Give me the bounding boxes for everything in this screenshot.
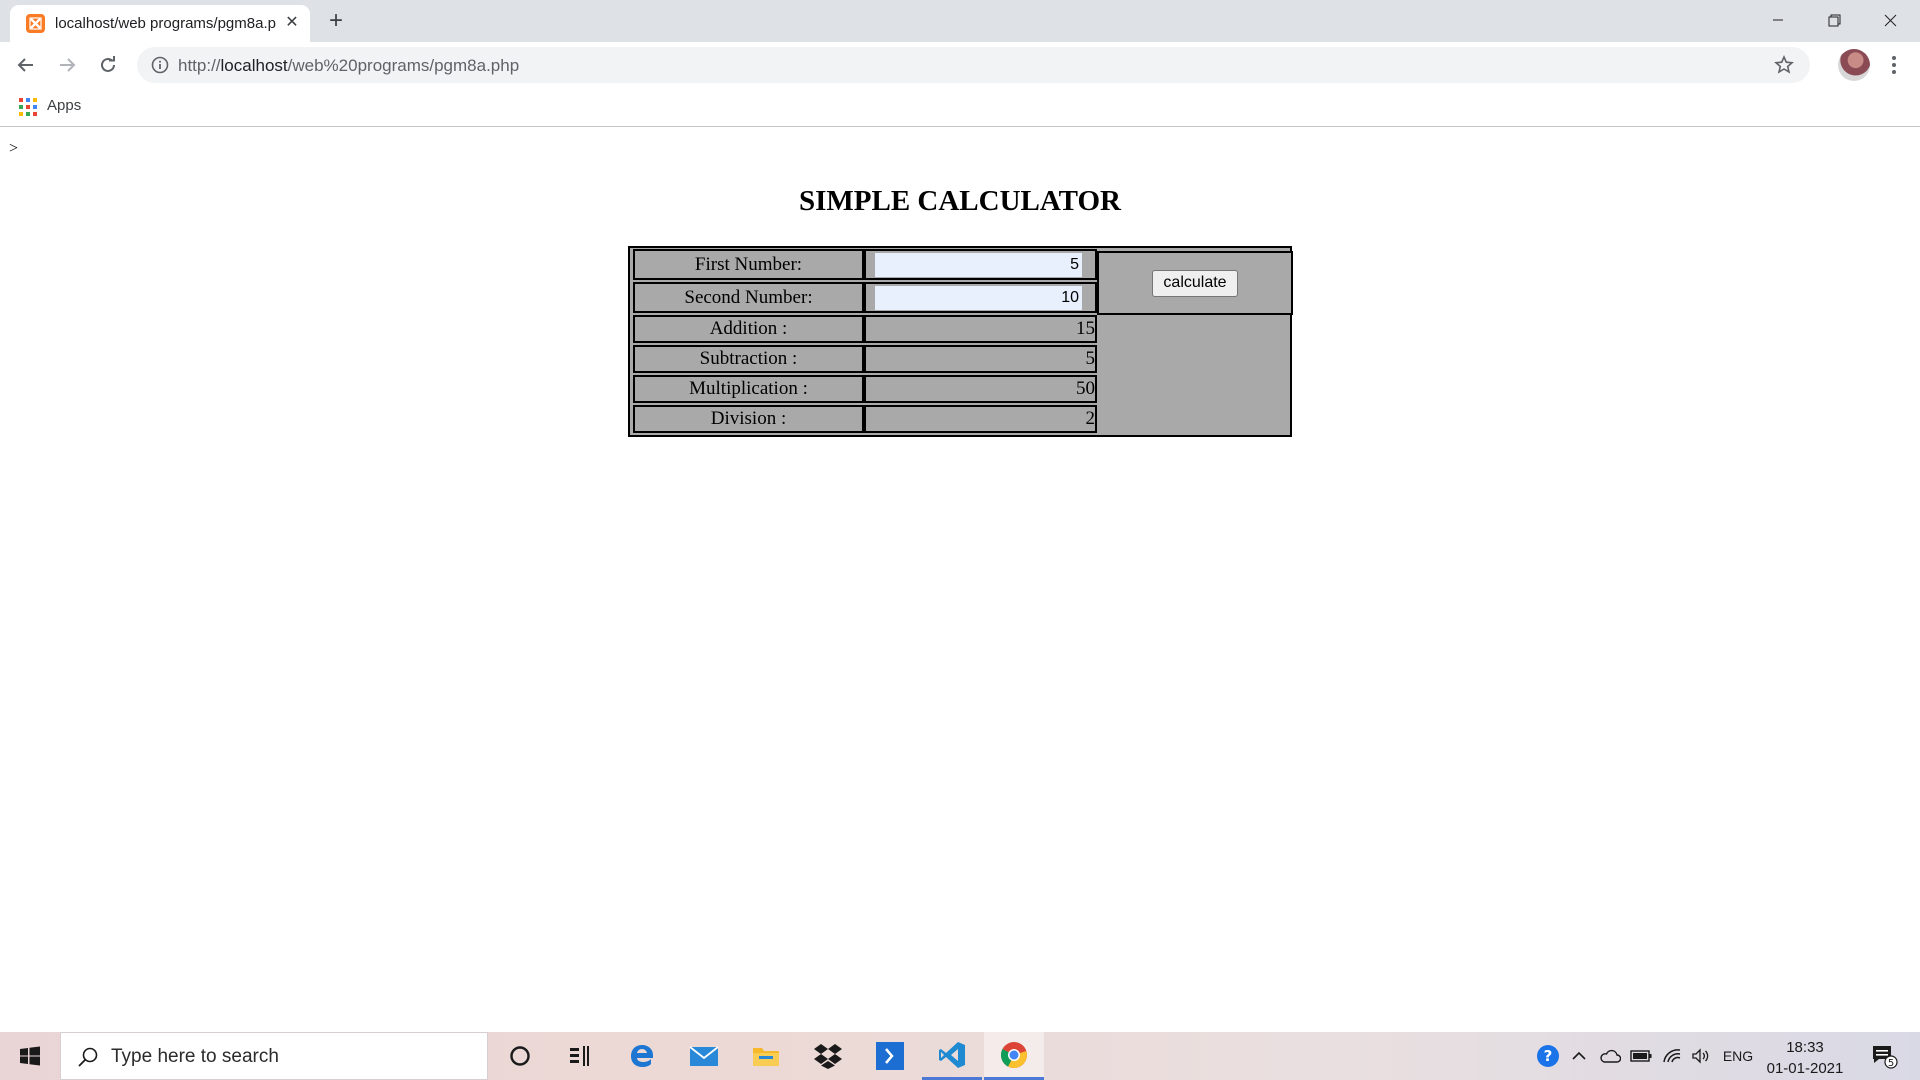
result-label: Division : xyxy=(633,405,864,433)
calculator-table: First Number: 5 Second Number: 10 calcul… xyxy=(628,246,1293,437)
bookmarks-bar: Apps xyxy=(0,88,1920,127)
more-menu-icon[interactable] xyxy=(1880,51,1908,79)
mail-icon[interactable] xyxy=(674,1032,734,1080)
info-icon[interactable] xyxy=(151,56,169,74)
close-tab-icon[interactable]: ✕ xyxy=(280,11,304,35)
language-indicator[interactable]: ENG xyxy=(1720,1032,1756,1080)
address-bar[interactable]: http://localhost/web%20programs/pgm8a.ph… xyxy=(137,47,1810,83)
file-explorer-icon[interactable] xyxy=(736,1032,796,1080)
taskbar: Type here to search ? ENG 18:33 01-01-20… xyxy=(0,1032,1920,1080)
profile-avatar[interactable] xyxy=(1838,49,1870,81)
windows-start-icon[interactable] xyxy=(0,1032,60,1080)
onedrive-icon[interactable] xyxy=(1597,1032,1623,1080)
xampp-favicon-icon xyxy=(26,14,45,33)
second-number-cell: 10 xyxy=(864,282,1097,313)
apps-label[interactable]: Apps xyxy=(47,97,81,114)
result-value: 2 xyxy=(864,405,1097,433)
first-number-cell: 5 xyxy=(864,249,1097,280)
second-number-input[interactable]: 10 xyxy=(875,286,1082,310)
first-number-label: First Number: xyxy=(633,249,864,280)
clock-time: 18:33 xyxy=(1786,1039,1824,1056)
tab-strip: localhost/web programs/pgm8a.php ✕ + xyxy=(0,0,1920,42)
bookmark-star-icon[interactable] xyxy=(1774,55,1794,75)
browser-toolbar: http://localhost/web%20programs/pgm8a.ph… xyxy=(0,42,1920,88)
chrome-icon[interactable] xyxy=(984,1032,1044,1080)
battery-icon[interactable] xyxy=(1628,1032,1654,1080)
task-view-icon[interactable] xyxy=(550,1032,610,1080)
forward-arrow-icon[interactable] xyxy=(51,49,83,81)
result-value: 5 xyxy=(864,345,1097,373)
notification-count: 5 xyxy=(1888,1058,1894,1069)
result-label: Subtraction : xyxy=(633,345,864,373)
url-path: /web%20programs/pgm8a.php xyxy=(287,56,520,75)
button-cell: calculate xyxy=(1097,251,1293,315)
calculate-button[interactable]: calculate xyxy=(1152,269,1238,297)
edge-icon[interactable] xyxy=(612,1032,672,1080)
powershell-icon[interactable] xyxy=(860,1032,920,1080)
chevron-up-icon[interactable] xyxy=(1568,1032,1590,1080)
dropbox-icon[interactable] xyxy=(798,1032,858,1080)
vscode-icon[interactable] xyxy=(922,1032,982,1080)
back-arrow-icon[interactable] xyxy=(10,49,42,81)
result-label: Multiplication : xyxy=(633,375,864,403)
clock-date: 01-01-2021 xyxy=(1766,1060,1844,1077)
cortana-icon[interactable] xyxy=(490,1032,550,1080)
svg-text:?: ? xyxy=(1544,1047,1553,1065)
restore-icon[interactable] xyxy=(1806,0,1862,40)
volume-icon[interactable] xyxy=(1688,1032,1714,1080)
result-value: 50 xyxy=(864,375,1097,403)
search-icon xyxy=(78,1047,98,1067)
new-tab-icon[interactable]: + xyxy=(322,8,350,36)
stray-text: > xyxy=(9,140,19,157)
result-label: Addition : xyxy=(633,315,864,343)
url-host: localhost xyxy=(220,56,288,75)
wifi-icon[interactable] xyxy=(1659,1032,1685,1080)
clock[interactable]: 18:33 01-01-2021 xyxy=(1760,1037,1850,1079)
page-title: SIMPLE CALCULATOR xyxy=(798,185,1121,217)
notification-icon[interactable]: 5 xyxy=(1866,1032,1902,1080)
url-prefix: http:// xyxy=(178,56,221,75)
tab-title: localhost/web programs/pgm8a.php xyxy=(55,15,277,32)
taskbar-search[interactable]: Type here to search xyxy=(60,1032,488,1080)
second-number-label: Second Number: xyxy=(633,282,864,313)
browser-tab[interactable]: localhost/web programs/pgm8a.php ✕ xyxy=(10,5,310,42)
result-value: 15 xyxy=(864,315,1097,343)
url-text: http://localhost/web%20programs/pgm8a.ph… xyxy=(178,56,519,76)
reload-icon[interactable] xyxy=(92,49,124,81)
first-number-input[interactable]: 5 xyxy=(875,253,1082,277)
apps-grid-icon[interactable] xyxy=(19,98,37,116)
close-window-icon[interactable] xyxy=(1862,0,1918,40)
minimize-icon[interactable] xyxy=(1750,0,1806,40)
help-icon[interactable]: ? xyxy=(1535,1032,1561,1080)
search-placeholder: Type here to search xyxy=(111,1046,279,1067)
